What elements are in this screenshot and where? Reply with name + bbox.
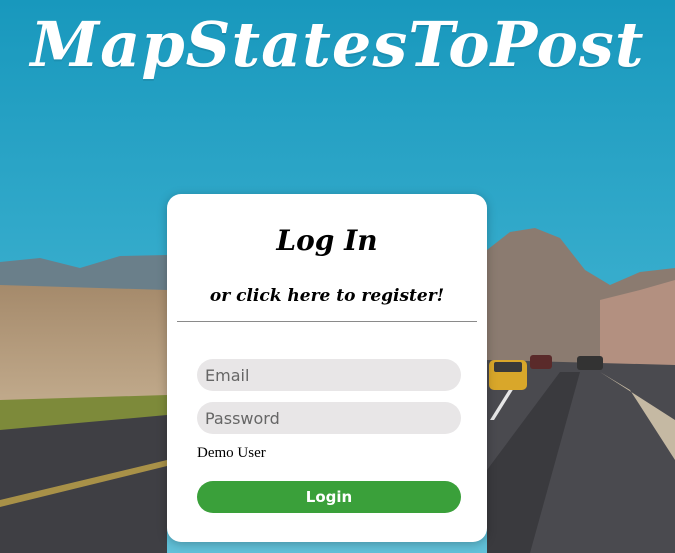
login-heading: Log In <box>276 224 378 257</box>
register-link[interactable]: or click here to register! <box>167 286 487 306</box>
app-logo-title: MapStatesToPost <box>30 8 645 81</box>
password-input[interactable] <box>197 402 461 434</box>
login-button[interactable]: Login <box>197 481 461 513</box>
email-input[interactable] <box>197 359 461 391</box>
divider <box>177 321 477 322</box>
login-card: Log In or click here to register! Demo U… <box>167 194 487 542</box>
demo-user-link[interactable]: Demo User <box>197 445 266 462</box>
